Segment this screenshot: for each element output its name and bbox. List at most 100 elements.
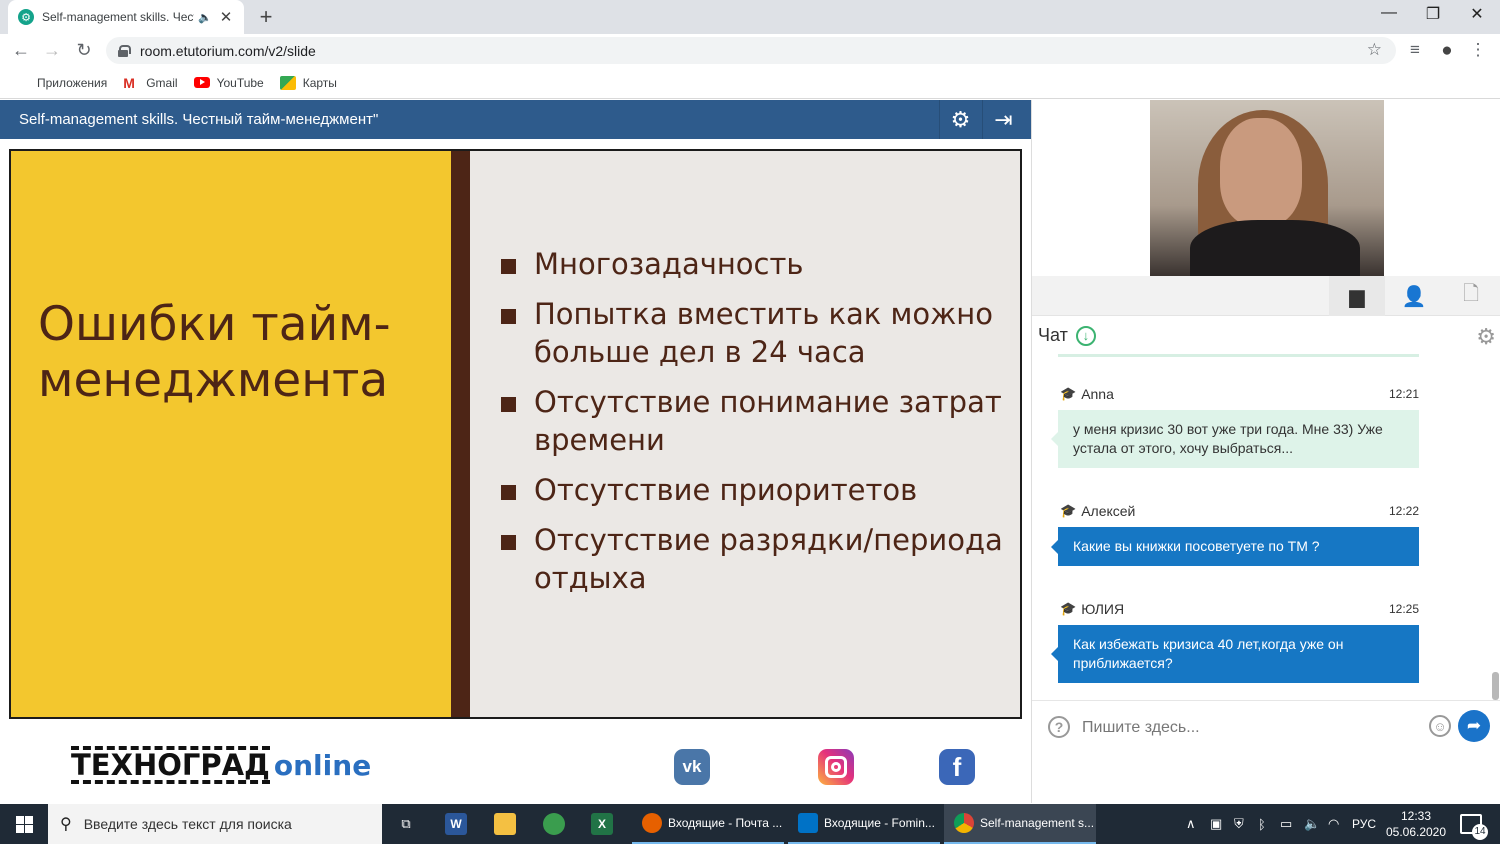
chat-bubble: Как избежать кризиса 40 лет,когда уже он… xyxy=(1051,625,1419,683)
taskbar-window-chrome[interactable]: Self-management s... xyxy=(944,804,1096,844)
slide-bullet: Отсутствие приоритетов xyxy=(501,471,1011,509)
emoji-icon[interactable]: ☺ xyxy=(1429,715,1451,737)
taskbar-window-outlook[interactable]: Входящие - Fomin... xyxy=(788,804,940,844)
minimize-button[interactable]: — xyxy=(1366,4,1412,22)
tab-strip: ⚙ Self-management skills. Чест 🔈 ✕ + — ❐… xyxy=(0,0,1500,34)
bookmark-star-icon[interactable]: ☆ xyxy=(1367,40,1382,60)
lock-icon xyxy=(118,44,131,57)
browser-toolbar: ← → ↻ room.etutorium.com/v2/slide ☆ ≡ ● … xyxy=(0,34,1500,67)
chrome-icon xyxy=(954,813,974,833)
slide-bullet: Отсутствие понимание затрат времени xyxy=(501,383,1011,459)
help-icon[interactable]: ? xyxy=(1048,716,1070,738)
taskbar-window-firefox[interactable]: Входящие - Почта ... xyxy=(632,804,784,844)
chat-bubble: у меня кризис 30 вот уже три года. Мне 3… xyxy=(1051,410,1419,468)
outlook-icon xyxy=(798,813,818,833)
chat-scrollbar[interactable] xyxy=(1492,672,1499,700)
exit-icon[interactable]: ⇥ xyxy=(982,100,1024,139)
webinar-header: Self-management skills. Честный тайм-мен… xyxy=(0,100,1031,139)
graduation-cap-icon: 🎓 xyxy=(1060,503,1077,518)
task-view-icon[interactable]: ⧉ xyxy=(394,804,418,844)
slide-yellow-panel xyxy=(11,151,451,717)
bookmark-gmail[interactable]: M Gmail xyxy=(123,76,177,90)
new-tab-button[interactable]: + xyxy=(254,4,278,30)
tray-chevron-icon[interactable]: ∧ xyxy=(1186,804,1196,844)
bookmark-maps[interactable]: Карты xyxy=(279,75,337,90)
send-icon[interactable]: ➦ xyxy=(1458,710,1490,742)
slide-bullet-list: Многозадачность Попытка вместить как мож… xyxy=(501,245,1011,609)
firefox-icon xyxy=(642,813,662,833)
side-panel: ▆ 👤 🗋 Чат ↓ ⚙ 🎓 Anna 12:21 у меня кризис 3… xyxy=(1031,100,1500,803)
webinar-title: Self-management skills. Честный тайм-мен… xyxy=(19,111,379,128)
battery-icon[interactable]: ▭ xyxy=(1280,804,1292,844)
chat-header: Чат ↓ xyxy=(1038,325,1096,346)
bookmark-apps[interactable]: Приложения xyxy=(14,76,107,90)
bookmark-youtube[interactable]: YouTube xyxy=(193,76,264,90)
panel-tabs: ▆ 👤 🗋 xyxy=(1032,276,1500,316)
slide-bullet: Попытка вместить как можно больше дел в … xyxy=(501,295,1011,371)
chat-message: 🎓 ЮЛИЯ 12:25 Как избежать кризиса 40 лет,к… xyxy=(1051,599,1419,683)
youtube-icon xyxy=(193,77,210,88)
globe-app-icon[interactable] xyxy=(538,804,570,844)
presentation-slide: Ошибки тайм-менеджмента Многозадачность … xyxy=(9,149,1022,719)
bullet-square-icon xyxy=(501,309,516,324)
reload-button[interactable]: ↻ xyxy=(73,40,95,61)
participants-tab-icon[interactable]: 👤 xyxy=(1386,276,1442,316)
address-bar[interactable]: room.etutorium.com/v2/slide ☆ xyxy=(106,37,1396,64)
chat-input-row: ? ☺ ➦ xyxy=(1032,700,1500,753)
defender-icon[interactable]: ⛨ xyxy=(1234,804,1244,844)
facebook-icon[interactable]: f xyxy=(939,749,975,785)
windows-taskbar: ⚲ Введите здесь текст для поиска ⧉ W X В… xyxy=(0,804,1500,844)
slide-divider-bar xyxy=(451,151,470,717)
chat-settings-gear-icon[interactable]: ⚙ xyxy=(1476,324,1496,350)
media-control-icon[interactable]: ≡ xyxy=(1404,40,1426,60)
chat-divider xyxy=(1058,354,1419,357)
menu-icon[interactable]: ⋮ xyxy=(1467,40,1489,60)
bullet-square-icon xyxy=(501,397,516,412)
close-window-button[interactable]: ✕ xyxy=(1454,4,1500,24)
notifications-icon[interactable]: 14 xyxy=(1460,814,1488,840)
bluetooth-icon[interactable]: ᛒ xyxy=(1258,804,1266,844)
word-icon[interactable]: W xyxy=(440,804,472,844)
etutorium-favicon-icon: ⚙ xyxy=(18,9,34,25)
bookmarks-bar: Приложения M Gmail YouTube Карты xyxy=(0,67,1500,99)
chat-message: 🎓 Алексей 12:22 Какие вы книжки посоветует… xyxy=(1051,501,1419,566)
vk-icon[interactable]: vk xyxy=(674,749,710,785)
instagram-icon[interactable] xyxy=(818,749,854,785)
technograd-logo[interactable]: ТЕХНОГРАД online xyxy=(71,746,371,784)
bullet-square-icon xyxy=(501,485,516,500)
settings-gear-icon[interactable]: ⚙ xyxy=(939,100,981,139)
graduation-cap-icon: 🎓 xyxy=(1060,601,1077,616)
apps-icon xyxy=(14,76,30,90)
file-explorer-icon[interactable] xyxy=(489,804,521,844)
chat-input[interactable] xyxy=(1082,715,1422,741)
network-icon[interactable]: ◠ xyxy=(1328,804,1339,844)
url-text: room.etutorium.com/v2/slide xyxy=(140,42,316,59)
volume-icon[interactable]: 🔈 xyxy=(1304,804,1320,844)
excel-icon[interactable]: X xyxy=(586,804,618,844)
windows-logo-icon xyxy=(15,815,33,833)
chat-message: 🎓 Anna 12:21 у меня кризис 30 вот уже три … xyxy=(1051,384,1419,468)
close-tab-icon[interactable]: ✕ xyxy=(220,8,233,26)
audio-playing-icon[interactable]: 🔈 xyxy=(198,11,212,24)
bullet-square-icon xyxy=(501,259,516,274)
tab-title: Self-management skills. Чест xyxy=(42,10,194,24)
taskbar-clock[interactable]: 12:33 05.06.2020 xyxy=(1384,808,1448,840)
forward-button[interactable]: → xyxy=(41,40,63,61)
taskbar-search[interactable]: ⚲ Введите здесь текст для поиска xyxy=(48,804,382,844)
presenter-video xyxy=(1150,100,1384,276)
search-icon: ⚲ xyxy=(60,816,72,833)
back-button[interactable]: ← xyxy=(10,40,32,61)
language-indicator[interactable]: РУС xyxy=(1352,804,1376,844)
start-button[interactable] xyxy=(0,804,48,844)
browser-tab-active[interactable]: ⚙ Self-management skills. Чест 🔈 ✕ xyxy=(8,0,244,34)
gmail-icon: M xyxy=(123,74,135,91)
profile-icon[interactable]: ● xyxy=(1436,40,1458,62)
tray-app-icon[interactable]: ▣ xyxy=(1210,804,1222,844)
download-chat-icon[interactable]: ↓ xyxy=(1075,325,1096,346)
graduation-cap-icon: 🎓 xyxy=(1060,386,1077,401)
maximize-button[interactable]: ❐ xyxy=(1410,4,1456,24)
bullet-square-icon xyxy=(501,535,516,550)
files-tab-icon[interactable]: 🗋 xyxy=(1443,276,1499,316)
slide-bullet: Многозадачность xyxy=(501,245,1011,283)
chat-tab-icon[interactable]: ▆ xyxy=(1329,276,1385,316)
